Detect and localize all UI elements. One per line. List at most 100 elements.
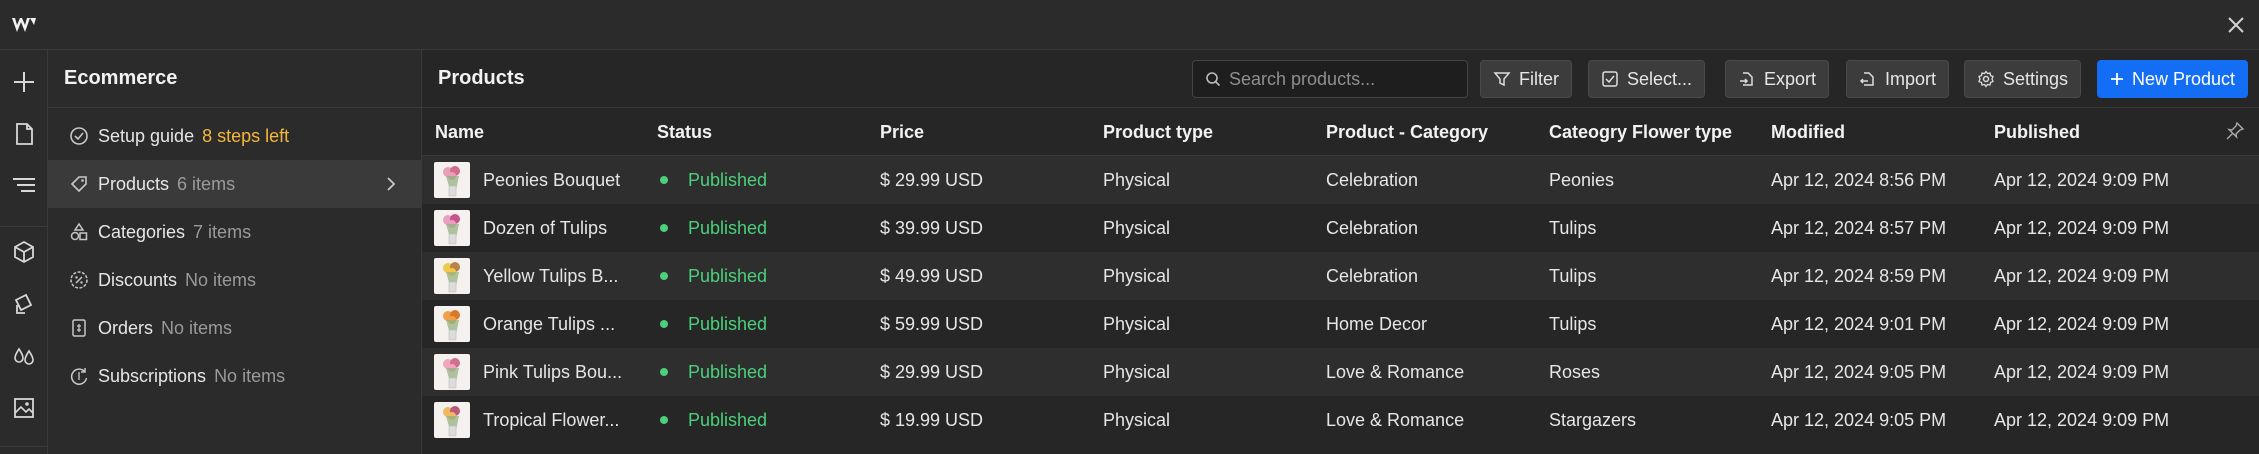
sidebar-item-label: Subscriptions <box>98 365 207 386</box>
top-bar <box>0 0 2259 50</box>
cell-product-type: Physical <box>1103 218 1171 238</box>
sidebar-item-subscriptions[interactable]: Subscriptions No items <box>48 352 421 400</box>
product-thumbnail <box>434 306 470 342</box>
table-row[interactable]: Pink Tulips Bou... Published $ 29.99 USD Ph… <box>422 348 2259 396</box>
cms-icon[interactable] <box>6 286 42 322</box>
sidebar-nav: Setup guide 8 steps left Products 6 item… <box>48 108 421 400</box>
new-product-button[interactable]: New Product <box>2097 60 2249 98</box>
cell-modified: Apr 12, 2024 8:56 PM <box>1771 170 1947 190</box>
cell-published: Apr 12, 2024 9:09 PM <box>1994 266 2170 286</box>
status-dot <box>660 416 668 424</box>
cell-product-type: Physical <box>1103 170 1171 190</box>
webflow-logo-icon[interactable] <box>10 12 40 38</box>
table-row[interactable]: Dozen of Tulips Published $ 39.99 USD Physi… <box>422 204 2259 252</box>
cell-price: $ 19.99 USD <box>880 410 984 430</box>
select-button[interactable]: Select... <box>1588 60 1706 98</box>
product-thumbnail <box>434 402 470 438</box>
product-thumbnail <box>434 210 470 246</box>
filter-icon <box>1493 72 1511 87</box>
filter-label: Filter <box>1519 68 1559 89</box>
search-icon <box>1206 72 1221 87</box>
table-row[interactable]: Yellow Tulips B... Published $ 49.99 USD Ph… <box>422 252 2259 300</box>
sidebar-item-count: No items <box>214 365 286 386</box>
import-icon <box>1859 72 1874 86</box>
export-icon <box>1740 72 1753 86</box>
cell-price: $ 29.99 USD <box>880 170 984 190</box>
sidebar-item-label: Categories <box>98 221 186 242</box>
import-label: Import <box>1885 68 1937 89</box>
plus-icon <box>2111 73 2123 85</box>
sidebar-item-discounts[interactable]: Discounts No items <box>48 256 421 304</box>
add-icon[interactable] <box>6 64 42 100</box>
page-icon[interactable] <box>6 116 42 152</box>
sidebar-item-count: No items <box>185 269 257 290</box>
rail-divider <box>0 226 48 227</box>
column-header-flower-type[interactable]: Cateogry Flower type <box>1549 122 1732 143</box>
settings-label: Settings <box>2003 68 2069 89</box>
column-header-product-category[interactable]: Product - Category <box>1326 122 1488 143</box>
cell-product-category: Celebration <box>1326 266 1419 286</box>
table-row[interactable]: Orange Tulips ... Published $ 59.99 USD Phy… <box>422 300 2259 348</box>
column-header-name[interactable]: Name <box>435 122 484 143</box>
export-label: Export <box>1764 68 1817 89</box>
pin-icon[interactable] <box>2225 121 2245 141</box>
products-panel: Products Filter Select... Export Import … <box>422 50 2259 454</box>
sidebar-item-categories[interactable]: Categories 7 items <box>48 208 421 256</box>
cell-flower-type: Stargazers <box>1549 410 1637 430</box>
cell-flower-type: Tulips <box>1549 218 1597 238</box>
cell-published: Apr 12, 2024 9:09 PM <box>1994 218 2170 238</box>
cell-status: Published <box>688 170 768 190</box>
close-icon[interactable] <box>2223 12 2249 38</box>
assets-icon[interactable] <box>6 390 42 426</box>
cell-published: Apr 12, 2024 9:09 PM <box>1994 170 2170 190</box>
column-header-status[interactable]: Status <box>657 122 712 143</box>
search-box[interactable] <box>1192 60 1468 98</box>
table-row[interactable]: Peonies Bouquet Published $ 29.99 USD Physi… <box>422 156 2259 204</box>
cell-flower-type: Roses <box>1549 362 1601 382</box>
status-dot <box>660 320 668 328</box>
sidebar-item-setup-guide[interactable]: Setup guide 8 steps left <box>48 112 421 160</box>
cell-price: $ 29.99 USD <box>880 362 984 382</box>
styles-icon[interactable] <box>6 338 42 374</box>
product-thumbnail <box>434 162 470 198</box>
cell-price: $ 59.99 USD <box>880 314 984 334</box>
navigator-icon[interactable] <box>6 168 42 204</box>
tag-icon <box>68 173 90 195</box>
check-circle-icon <box>68 125 90 147</box>
settings-button[interactable]: Settings <box>1964 60 2082 98</box>
cell-name: Tropical Flower... <box>483 410 620 430</box>
sidebar-item-count: No items <box>161 317 233 338</box>
cell-status: Published <box>688 314 768 334</box>
column-header-published[interactable]: Published <box>1994 122 2080 143</box>
cell-name: Dozen of Tulips <box>483 218 608 238</box>
search-input[interactable] <box>1229 68 1449 90</box>
setup-steps-left: 8 steps left <box>202 125 290 146</box>
components-icon[interactable] <box>6 234 42 270</box>
sidebar-item-products[interactable]: Products 6 items <box>48 160 421 208</box>
chevron-right-icon <box>387 177 396 191</box>
cell-product-category: Celebration <box>1326 170 1419 190</box>
cell-product-category: Home Decor <box>1326 314 1428 334</box>
cell-product-category: Celebration <box>1326 218 1419 238</box>
export-button[interactable]: Export <box>1725 60 1830 98</box>
subscription-icon <box>68 365 90 387</box>
table-row[interactable]: Tropical Flower... Published $ 19.99 USD Ph… <box>422 396 2259 444</box>
filter-button[interactable]: Filter <box>1480 60 1572 98</box>
cell-status: Published <box>688 410 768 430</box>
cell-flower-type: Tulips <box>1549 314 1597 334</box>
sidebar-item-count: 7 items <box>193 221 252 242</box>
sidebar-item-orders[interactable]: Orders No items <box>48 304 421 352</box>
column-header-price[interactable]: Price <box>880 122 924 143</box>
cell-name: Yellow Tulips B... <box>483 266 619 286</box>
left-rail <box>0 50 48 454</box>
cell-product-type: Physical <box>1103 266 1171 286</box>
page-title: Products <box>438 67 525 89</box>
import-button[interactable]: Import <box>1846 60 1950 98</box>
products-header: Products Filter Select... Export Import … <box>422 50 2259 108</box>
rail-divider <box>0 446 48 447</box>
cell-modified: Apr 12, 2024 8:57 PM <box>1771 218 1947 238</box>
product-thumbnail <box>434 258 470 294</box>
column-header-product-type[interactable]: Product type <box>1103 122 1213 143</box>
column-header-modified[interactable]: Modified <box>1771 122 1845 143</box>
cell-product-type: Physical <box>1103 362 1171 382</box>
